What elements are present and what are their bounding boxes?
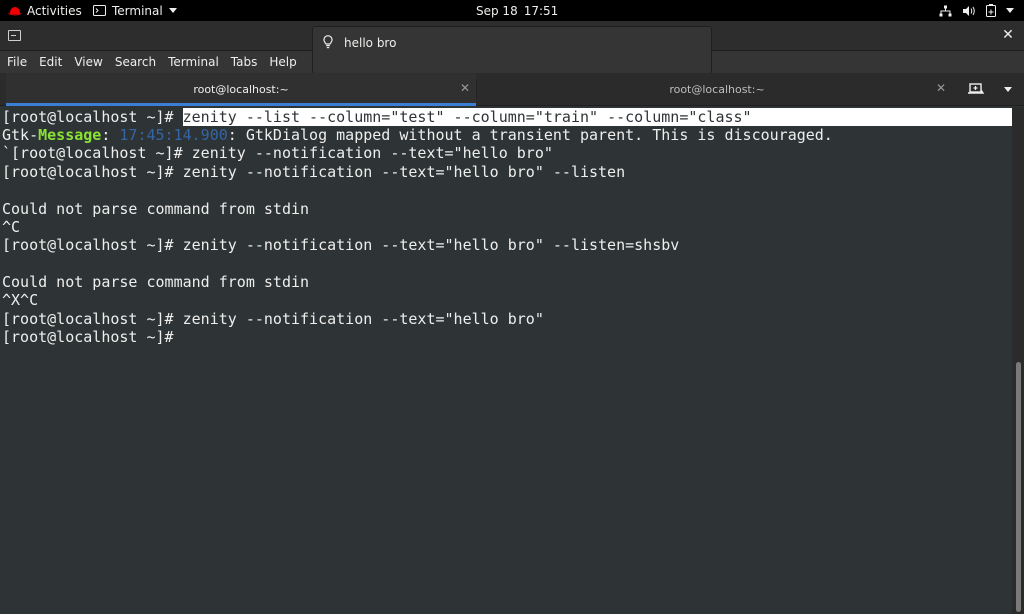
prompt: [root@localhost ~]# <box>2 108 183 126</box>
close-icon: ✕ <box>1002 27 1014 43</box>
clock-time: 17:51 <box>523 3 559 18</box>
window-menu-icon[interactable] <box>8 30 21 41</box>
activities-label: Activities <box>27 3 82 18</box>
top-bar: Activities Terminal Sep 18 17:51 <box>0 0 1024 21</box>
close-tab-button[interactable]: ✕ <box>458 81 472 95</box>
chevron-down-icon <box>168 8 177 13</box>
tab-2[interactable]: root@localhost:~ ✕ <box>482 73 952 106</box>
tab-divider <box>476 79 477 99</box>
gtk-message-text: : GtkDialog mapped without a transient p… <box>227 126 833 144</box>
notification-banner[interactable]: hello bro <box>312 26 712 74</box>
clock-date: Sep 18 <box>476 3 518 18</box>
close-window-button[interactable]: ✕ <box>1000 27 1016 43</box>
terminal-app-icon <box>93 5 106 16</box>
clock-button[interactable]: Sep 18 17:51 <box>476 0 558 21</box>
menu-file[interactable]: File <box>0 51 33 73</box>
gtk-colon: : <box>101 126 120 144</box>
terminal-line: Could not parse command from stdin <box>2 273 310 291</box>
network-icon <box>939 5 952 16</box>
activities-button[interactable]: Activities <box>8 0 82 21</box>
terminal-line: ^C <box>2 218 21 236</box>
close-tab-button[interactable]: ✕ <box>934 81 948 95</box>
tab-label: root@localhost:~ <box>669 83 765 96</box>
terminal-scrollbar[interactable] <box>1012 107 1024 614</box>
menu-edit[interactable]: Edit <box>33 51 68 73</box>
system-status-menu[interactable] <box>939 0 1014 21</box>
app-menu-label: Terminal <box>112 3 163 18</box>
chevron-down-icon <box>1004 87 1012 92</box>
notification-text: hello bro <box>344 36 397 50</box>
battery-icon <box>986 4 996 17</box>
menu-terminal[interactable]: Terminal <box>162 51 225 73</box>
scrollbar-thumb[interactable] <box>1016 362 1021 612</box>
gtk-message-word: Message <box>38 126 102 144</box>
redhat-logo-icon <box>8 6 22 15</box>
terminal-view[interactable]: [root@localhost ~]# zenity --list --colu… <box>0 107 1019 614</box>
terminal-line: [root@localhost ~]# <box>2 328 174 346</box>
new-tab-icon <box>968 83 985 94</box>
menu-search[interactable]: Search <box>109 51 162 73</box>
terminal-line: Could not parse command from stdin <box>2 200 310 218</box>
terminal-line: Gtk-Message: 17:45:14.900: GtkDialog map… <box>2 126 833 144</box>
gtk-prefix: Gtk- <box>2 126 39 144</box>
volume-icon <box>963 5 975 16</box>
menu-view[interactable]: View <box>68 51 108 73</box>
tab-strip: root@localhost:~ ✕ root@localhost:~ ✕ <box>0 73 1024 106</box>
terminal-line: [root@localhost ~]# zenity --notificatio… <box>2 236 680 254</box>
terminal-line: `[root@localhost ~]# zenity --notificati… <box>2 144 553 162</box>
tab-1[interactable]: root@localhost:~ ✕ <box>6 73 476 106</box>
terminal-line: [root@localhost ~]# zenity --list --colu… <box>2 108 1019 126</box>
tab-menu-button[interactable] <box>998 79 1018 99</box>
new-tab-button[interactable] <box>960 79 990 99</box>
chevron-down-icon <box>1006 8 1014 13</box>
gtk-timestamp: 17:45:14.900 <box>119 126 228 144</box>
tab-label: root@localhost:~ <box>193 83 289 96</box>
selected-command: zenity --list --column="test" --column="… <box>182 108 1019 126</box>
app-menu-button[interactable]: Terminal <box>93 0 177 21</box>
terminal-line: [root@localhost ~]# zenity --notificatio… <box>2 310 544 328</box>
terminal-line: [root@localhost ~]# zenity --notificatio… <box>2 163 626 181</box>
active-tab-indicator <box>6 103 476 106</box>
menu-tabs[interactable]: Tabs <box>225 51 264 73</box>
menu-help[interactable]: Help <box>263 51 302 73</box>
terminal-line: ^X^C <box>2 291 39 309</box>
lightbulb-icon <box>323 35 333 49</box>
